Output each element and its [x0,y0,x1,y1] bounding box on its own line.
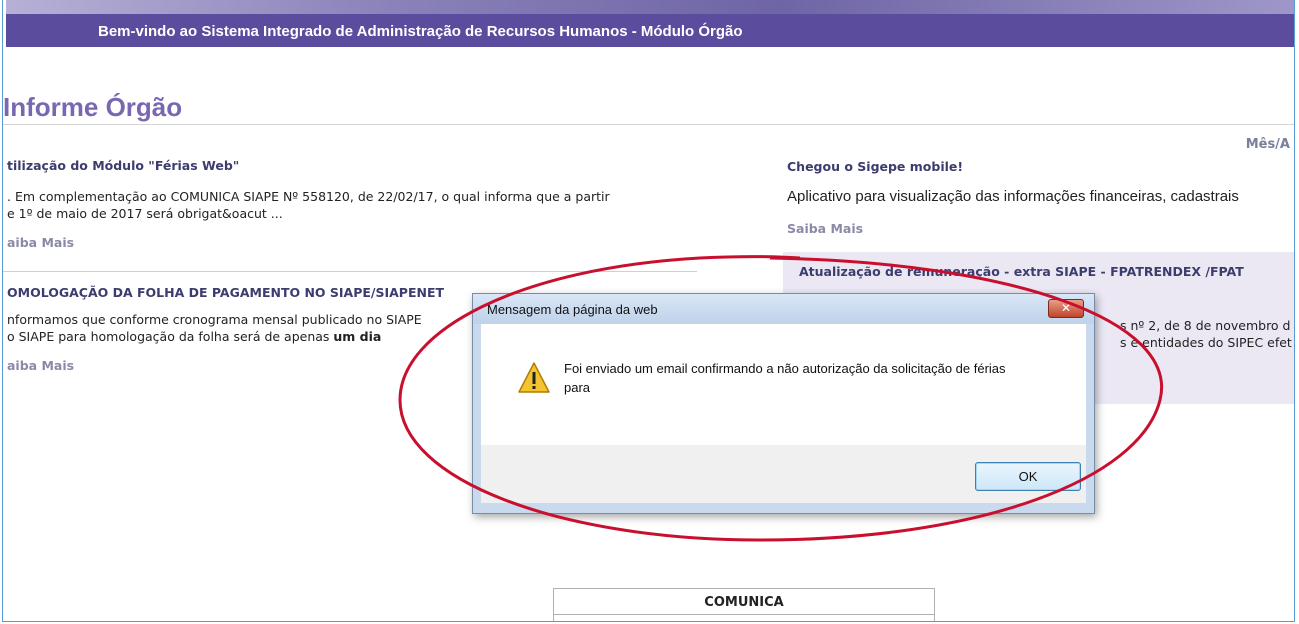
header-banner-image [6,0,1294,14]
comunica-title: COMUNICA [704,595,784,610]
news-body-line: e 1º de maio de 2017 será obrigat&oacut … [7,206,283,221]
month-year-label: Mês/A [1245,137,1290,152]
alert-dialog: Mensagem da página da web ✕ Foi enviado … [472,293,1095,514]
highlight-body-line: s e entidades do SIPEC efet [1120,335,1292,350]
news-body-line: nformamos que conforme cronograma mensal… [7,312,422,327]
dialog-footer: OK [481,445,1086,503]
title-divider [3,124,1294,125]
header-title-bar: Bem-vindo ao Sistema Integrado de Admini… [6,14,1294,47]
ok-button[interactable]: OK [975,462,1081,491]
news-title-sigepe-mobile[interactable]: Chegou o Sigepe mobile! [787,159,963,174]
header: Bem-vindo ao Sistema Integrado de Admini… [3,0,1294,48]
news-body-text: o SIAPE para homologação da folha será d… [7,329,334,344]
page-title: Informe Órgão [3,92,183,122]
news-divider [3,271,697,272]
highlight-title[interactable]: Atualização de remuneração - extra SIAPE… [799,264,1244,279]
saiba-mais-link[interactable]: aiba Mais [7,358,74,373]
dialog-titlebar[interactable]: Mensagem da página da web ✕ [473,294,1094,324]
saiba-mais-link[interactable]: Saiba Mais [787,221,863,236]
saiba-mais-link[interactable]: aiba Mais [7,235,74,250]
dialog-title: Mensagem da página da web [487,302,658,317]
comunica-divider [554,614,934,615]
news-title-ferias-web[interactable]: tilização do Módulo "Férias Web" [7,158,239,173]
close-icon: ✕ [1060,301,1072,315]
news-body-line: . Em complementação ao COMUNICA SIAPE Nº… [7,189,610,204]
dialog-content: Foi enviado um email confirmando a não a… [481,324,1086,445]
comunica-table: COMUNICA [553,588,935,621]
header-title: Bem-vindo ao Sistema Integrado de Admini… [98,23,743,40]
warning-icon [518,362,550,393]
dialog-message: Foi enviado um email confirmando a não a… [564,361,1006,395]
highlight-body-line: s nº 2, de 8 de novembro d [1120,318,1291,333]
news-body-sigepe: Aplicativo para visualização das informa… [787,188,1239,205]
news-body-bold: um dia [333,329,382,344]
news-title-homologacao[interactable]: OMOLOGAÇÃO DA FOLHA DE PAGAMENTO NO SIAP… [7,285,444,300]
news-body-line: o SIAPE para homologação da folha será d… [7,328,381,345]
close-button[interactable]: ✕ [1048,299,1084,318]
